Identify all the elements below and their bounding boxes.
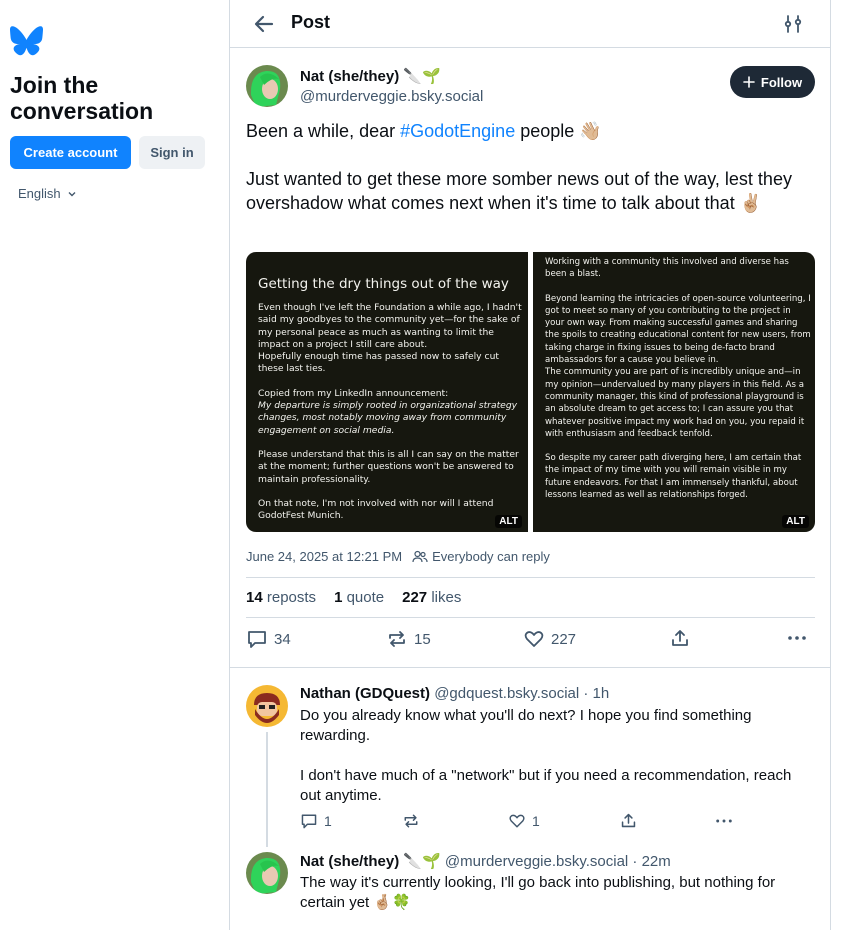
likes-stat[interactable]: 227 likes <box>402 589 461 606</box>
post-header: Post <box>230 0 831 48</box>
image1-p2: Copied from my LinkedIn announcement: <box>258 387 449 399</box>
plus-icon <box>743 76 755 88</box>
repost-count: 15 <box>414 630 431 648</box>
image1-p1: Even though I've left the Foundation a w… <box>258 302 522 350</box>
reply-body: The way it's currently looking, I'll go … <box>300 873 810 913</box>
post-text-2: people 👋🏼 <box>515 121 602 141</box>
language-selector[interactable]: English <box>18 186 77 201</box>
language-label: English <box>18 186 61 201</box>
reply-time: · 22m <box>632 853 671 870</box>
reply-time: · 1h <box>583 685 610 702</box>
post-text-1: Been a while, dear <box>246 121 401 141</box>
reply-icon <box>248 631 266 648</box>
image1-p1b: Hopefully enough time has passed now to … <box>258 351 500 375</box>
reply-reply-count: 1 <box>324 813 332 829</box>
sign-in-button[interactable]: Sign in <box>139 136 205 169</box>
share-button[interactable] <box>670 628 690 648</box>
post-actions: 34 15 227 <box>246 628 815 656</box>
author-avatar[interactable] <box>246 65 288 107</box>
reply-text-1: Do you already know what you'll do next?… <box>300 707 752 744</box>
alt-badge[interactable]: ALT <box>782 515 809 528</box>
reply-header: Nathan (GDQuest) @gdquest.bsky.social · … <box>300 685 609 702</box>
post-stats: 14 reposts 1 quote 227 likes <box>246 577 815 618</box>
image2-p1: Working with a community this involved a… <box>545 257 789 280</box>
reply-author-name[interactable]: Nat (she/they) 🔪🌱 <box>300 853 441 870</box>
image1-p3: Please understand that this is all I can… <box>258 448 519 485</box>
reply-share-button[interactable] <box>620 812 637 829</box>
back-arrow-icon[interactable] <box>252 12 276 36</box>
reply-author-name[interactable]: Nathan (GDQuest) <box>300 685 430 702</box>
reply-author-handle[interactable]: @murderveggie.bsky.social <box>445 853 628 870</box>
people-icon <box>412 550 428 562</box>
page-title: Post <box>291 12 331 32</box>
create-account-button[interactable]: Create account <box>10 136 131 169</box>
post-body: Been a while, dear #GodotEngine people 👋… <box>246 119 816 215</box>
reply-body: Do you already know what you'll do next?… <box>300 706 810 806</box>
hashtag-link[interactable]: #GodotEngine <box>400 121 515 141</box>
reply-author-handle[interactable]: @gdquest.bsky.social <box>434 685 579 702</box>
reply-count: 34 <box>274 630 291 648</box>
post-thread: Post Nat (she/they) 🔪🌱 @murderveggie.bsk… <box>229 0 831 930</box>
image2-p3: So despite my career path diverging here… <box>545 453 802 501</box>
image2-p2: Beyond learning the intricacies of open-… <box>545 293 811 366</box>
reply-button[interactable]: 34 <box>246 628 291 650</box>
post-meta: June 24, 2025 at 12:21 PM Everybody can … <box>246 549 550 564</box>
like-button[interactable]: 227 <box>523 628 576 650</box>
author-handle[interactable]: @murderveggie.bsky.social <box>300 88 483 105</box>
more-icon <box>716 819 732 823</box>
reply-more-button[interactable] <box>715 812 733 830</box>
more-icon <box>788 636 806 640</box>
reply-like-button[interactable]: 1 <box>508 812 540 830</box>
reply-avatar[interactable] <box>246 685 288 727</box>
author-name[interactable]: Nat (she/they) 🔪🌱 <box>300 67 441 85</box>
quotes-stat[interactable]: 1 quote <box>334 589 384 606</box>
follow-button[interactable]: Follow <box>730 66 815 98</box>
post-image-1[interactable]: Getting the dry things out of the way Ev… <box>246 252 528 532</box>
repost-icon <box>389 631 405 647</box>
thread-settings-icon[interactable] <box>782 13 804 35</box>
image1-p2-italic: My departure is simply rooted in organiz… <box>258 400 518 436</box>
sidebar: Join the conversation Create account Sig… <box>0 0 229 930</box>
heart-icon <box>509 814 525 828</box>
reposts-stat[interactable]: 14 reposts <box>246 589 316 606</box>
post-timestamp[interactable]: June 24, 2025 at 12:21 PM <box>246 549 402 564</box>
alt-badge[interactable]: ALT <box>495 515 522 528</box>
post-image-2[interactable]: Working with a community this involved a… <box>533 252 815 532</box>
divider <box>230 667 831 668</box>
more-options-button[interactable] <box>787 628 807 648</box>
reply-like-count: 1 <box>532 813 540 829</box>
repost-icon <box>404 814 418 828</box>
share-icon <box>621 813 636 828</box>
reply-header: Nat (she/they) 🔪🌱 @murderveggie.bsky.soc… <box>300 852 671 870</box>
thread-line <box>266 732 268 847</box>
image1-title: Getting the dry things out of the way <box>258 276 509 292</box>
share-icon <box>672 630 688 646</box>
image1-p4: On that note, I'm not involved with nor … <box>258 497 494 522</box>
follow-label: Follow <box>760 74 803 90</box>
reply-repost-button[interactable] <box>402 812 420 830</box>
image2-p2b: The community you are part of is incredi… <box>545 367 805 439</box>
chevron-down-icon <box>68 191 76 196</box>
reply-text-1: The way it's currently looking, I'll go … <box>300 874 776 911</box>
repost-button[interactable]: 15 <box>386 628 431 650</box>
join-title: Join the conversation <box>10 72 154 124</box>
reply-reply-button[interactable]: 1 <box>300 812 332 830</box>
reply-setting: Everybody can reply <box>432 549 550 564</box>
like-count: 227 <box>551 630 577 648</box>
post-text-3: Just wanted to get these more somber new… <box>246 169 792 213</box>
reply-text-2: I don't have much of a "network" but if … <box>300 767 792 804</box>
reply-actions: 1 1 <box>300 812 740 832</box>
heart-icon <box>524 631 544 647</box>
reply-icon <box>301 814 317 829</box>
bluesky-logo-icon[interactable] <box>10 26 43 56</box>
reply-avatar[interactable] <box>246 852 288 894</box>
